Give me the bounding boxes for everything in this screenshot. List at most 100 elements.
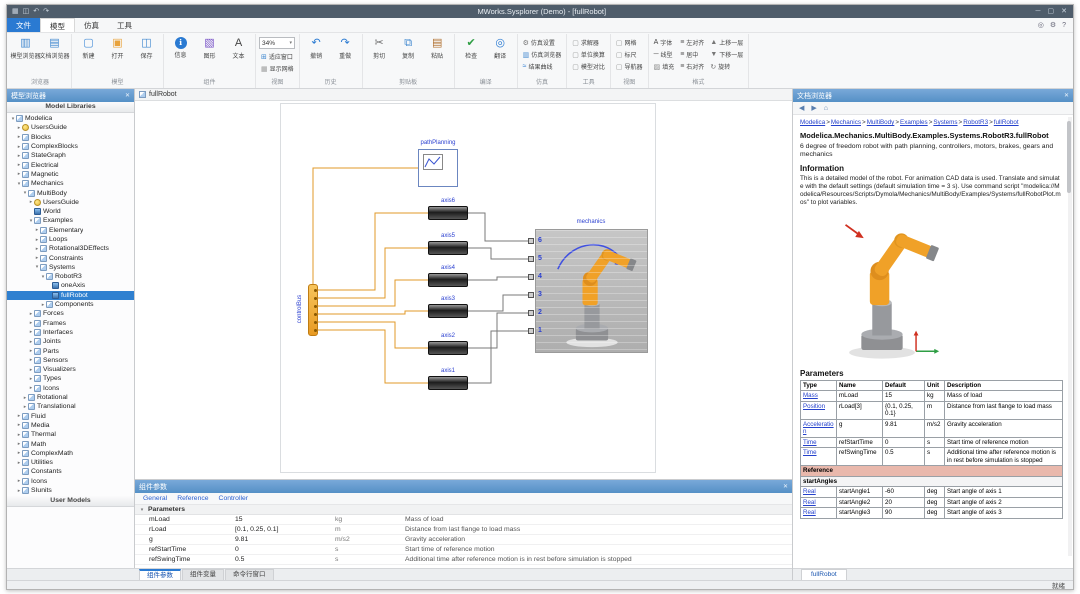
- ribbon-button[interactable]: ▲上移一层: [708, 37, 745, 48]
- model-libraries-header[interactable]: Model Libraries: [7, 102, 134, 113]
- parameters-section-row[interactable]: ▾ Parameters: [135, 505, 792, 515]
- ribbon-button[interactable]: A文本: [225, 35, 252, 60]
- mechanics-port[interactable]: [528, 310, 534, 316]
- breadcrumb-link-multibody[interactable]: MultiBody: [867, 119, 895, 126]
- axis-block[interactable]: [428, 273, 468, 287]
- axis-block[interactable]: [428, 341, 468, 355]
- parameter-row[interactable]: g9.81m/s2Gravity acceleration: [135, 535, 792, 545]
- tree-item-constants[interactable]: Constants: [7, 467, 134, 476]
- ribbon-button[interactable]: ≈结果曲线: [521, 61, 564, 72]
- tree-item-icons[interactable]: ▸Icons: [7, 477, 134, 486]
- user-models-header[interactable]: User Models: [7, 496, 134, 507]
- ribbon-button[interactable]: ⧉复制: [395, 35, 422, 60]
- tree-item-usersguide[interactable]: ▸UsersGuide: [7, 123, 134, 132]
- tree-item-oneaxis[interactable]: oneAxis: [7, 281, 134, 290]
- tree-item-loops[interactable]: ▸Loops: [7, 235, 134, 244]
- parameter-value[interactable]: 0.5: [235, 556, 335, 563]
- tree-item-systems[interactable]: ▾Systems: [7, 263, 134, 272]
- diagram-canvas[interactable]: pathPlanning controlBus mechanics: [135, 101, 792, 479]
- home-icon[interactable]: ⌂: [824, 105, 828, 112]
- wire[interactable]: [468, 277, 528, 280]
- menu-tab-1[interactable]: 模型: [40, 18, 75, 32]
- tree-item-examples[interactable]: ▾Examples: [7, 216, 134, 225]
- ribbon-button[interactable]: ↻旋转: [708, 61, 745, 72]
- ribbon-button[interactable]: ≡右对齐: [678, 61, 706, 72]
- ribbon-button[interactable]: ◫保存: [133, 35, 160, 60]
- ribbon-button[interactable]: ▢网格: [614, 37, 645, 48]
- wire[interactable]: [318, 330, 428, 383]
- bottom-tab-2[interactable]: 命令行窗口: [225, 569, 274, 580]
- type-link[interactable]: Mass: [803, 392, 818, 399]
- menu-tab-0[interactable]: 文件: [7, 18, 40, 32]
- ribbon-button[interactable]: ▼下移一层: [708, 49, 745, 60]
- tree-item-sensors[interactable]: ▸Sensors: [7, 356, 134, 365]
- doc-tab-fullrobot[interactable]: fullRobot: [801, 569, 847, 580]
- tree-item-fullrobot[interactable]: fullRobot: [7, 291, 134, 300]
- undo-icon[interactable]: ↶: [33, 5, 39, 18]
- maximize-icon[interactable]: ▢: [1048, 5, 1055, 18]
- type-link[interactable]: Real: [803, 488, 816, 495]
- axis-block[interactable]: [428, 241, 468, 255]
- tree-item-mechanics[interactable]: ▾Mechanics: [7, 179, 134, 188]
- bottom-tab-0[interactable]: 组件参数: [139, 569, 181, 580]
- wire[interactable]: [313, 168, 418, 284]
- zoom-combo[interactable]: 34%▾: [259, 37, 295, 49]
- chevron-down-icon[interactable]: ▾: [139, 507, 145, 513]
- ribbon-button[interactable]: ▦显示网格: [259, 63, 296, 74]
- tree-item-blocks[interactable]: ▸Blocks: [7, 133, 134, 142]
- tree-item-magnetic[interactable]: ▸Magnetic: [7, 170, 134, 179]
- wire[interactable]: [468, 248, 528, 259]
- wire[interactable]: [318, 213, 428, 290]
- type-link[interactable]: Time: [803, 449, 817, 456]
- app-logo-icon[interactable]: ▦: [12, 5, 19, 18]
- ribbon-button[interactable]: ▥仿真浏览器: [521, 49, 564, 60]
- close-icon[interactable]: ✕: [1061, 5, 1067, 18]
- close-icon[interactable]: ✕: [783, 483, 788, 490]
- tree-item-frames[interactable]: ▸Frames: [7, 319, 134, 328]
- ribbon-button[interactable]: ▢模型对比: [570, 61, 607, 72]
- type-link[interactable]: Acceleration: [803, 421, 834, 436]
- wire[interactable]: [318, 280, 428, 306]
- pathplanning-block[interactable]: [418, 149, 458, 187]
- breadcrumb-link-mechanics[interactable]: Mechanics: [831, 119, 861, 126]
- ribbon-button[interactable]: ▨填充: [652, 61, 677, 72]
- wire[interactable]: [318, 311, 428, 314]
- breadcrumb-link-fullrobot[interactable]: fullRobot: [994, 119, 1019, 126]
- back-icon[interactable]: ◀: [799, 104, 804, 112]
- ribbon-button[interactable]: ▣打开: [104, 35, 131, 60]
- wire[interactable]: [318, 322, 428, 348]
- canvas-tab-label[interactable]: fullRobot: [149, 91, 177, 98]
- tree-item-thermal[interactable]: ▸Thermal: [7, 430, 134, 439]
- tree-item-translational[interactable]: ▸Translational: [7, 402, 134, 411]
- tree-item-elementary[interactable]: ▸Elementary: [7, 226, 134, 235]
- redo-icon[interactable]: ↷: [43, 5, 49, 18]
- ribbon-button[interactable]: ▤粘贴: [424, 35, 451, 60]
- type-link[interactable]: Time: [803, 439, 817, 446]
- parameter-row[interactable]: refSwingTime0.5sAdditional time after re…: [135, 555, 792, 565]
- ribbon-button[interactable]: ▥模型浏览器: [12, 35, 39, 60]
- tree-item-forces[interactable]: ▸Forces: [7, 309, 134, 318]
- axis-block[interactable]: [428, 376, 468, 390]
- mechanics-port[interactable]: [528, 256, 534, 262]
- type-link[interactable]: Real: [803, 499, 816, 506]
- axis-block[interactable]: [428, 206, 468, 220]
- ribbon-button[interactable]: ▤文档浏览器: [41, 35, 68, 60]
- mechanics-port[interactable]: [528, 238, 534, 244]
- parameter-value[interactable]: 9.81: [235, 536, 335, 543]
- tree-item-rotational3deffects[interactable]: ▸Rotational3DEffects: [7, 244, 134, 253]
- type-link[interactable]: Position: [803, 403, 825, 410]
- tree-item-rotational[interactable]: ▸Rotational: [7, 393, 134, 402]
- tree-item-interfaces[interactable]: ▸Interfaces: [7, 328, 134, 337]
- parameter-value[interactable]: 0: [235, 546, 335, 553]
- scrollbar-thumb[interactable]: [1067, 121, 1071, 193]
- tree-item-world[interactable]: World: [7, 207, 134, 216]
- parameter-value[interactable]: 15: [235, 516, 335, 523]
- search-icon[interactable]: ◎: [1038, 21, 1044, 29]
- tree-item-stategraph[interactable]: ▸StateGraph: [7, 151, 134, 160]
- tree-item-parts[interactable]: ▸Parts: [7, 346, 134, 355]
- close-icon[interactable]: ✕: [1064, 92, 1069, 99]
- param-group-link-reference[interactable]: Reference: [177, 495, 208, 502]
- ribbon-button[interactable]: ◎翻译: [487, 35, 514, 60]
- help-icon[interactable]: ?: [1062, 22, 1066, 29]
- tree-item-robotr3[interactable]: ▾RobotR3: [7, 272, 134, 281]
